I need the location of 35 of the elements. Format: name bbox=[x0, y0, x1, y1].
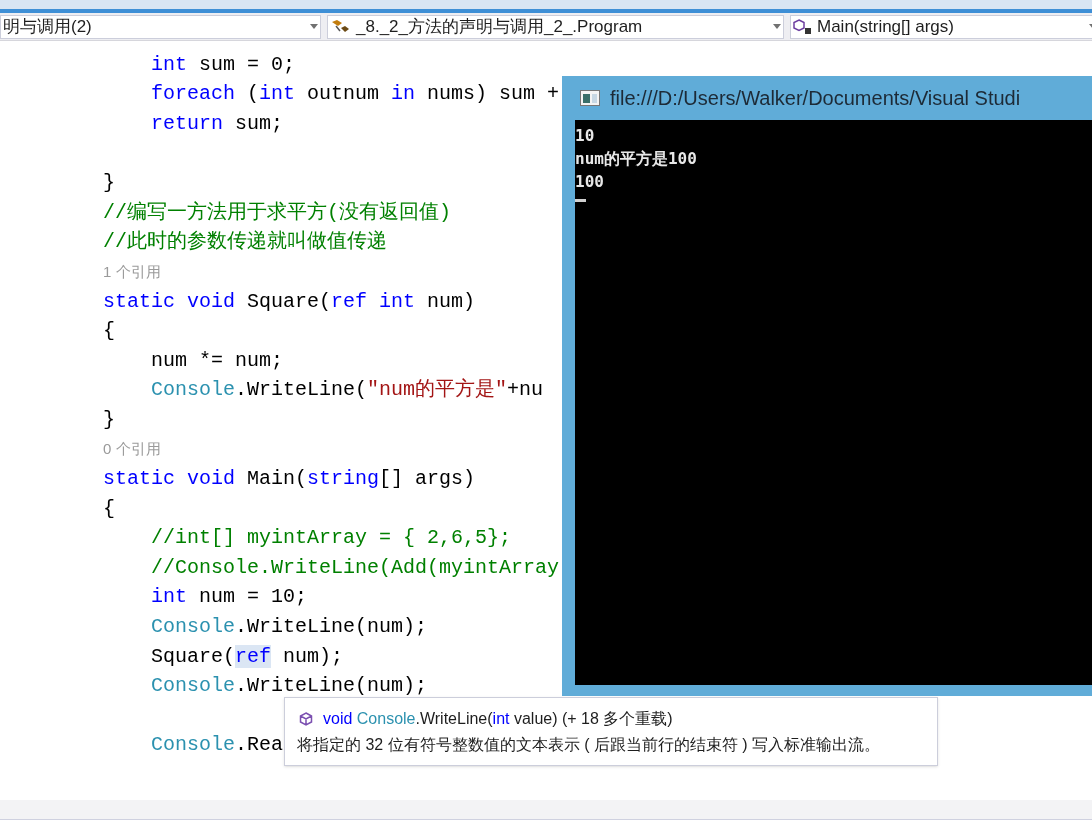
caret-icon bbox=[310, 24, 318, 29]
code-line: return sum; bbox=[151, 112, 284, 136]
code-line: static void Main(string[] args) bbox=[103, 467, 476, 492]
method-icon bbox=[793, 17, 813, 36]
code-line: //Console.WriteLine(Add(myintArray bbox=[151, 555, 560, 580]
console-output-line: num的平方是100 bbox=[575, 148, 697, 170]
window-title: file:///D:/Users/Walker/Documents/Visual Studi bbox=[610, 86, 1021, 111]
code-line: //int[] myintArray = { 2,6,5}; bbox=[151, 526, 512, 551]
code-line: Console.WriteLine(num); bbox=[151, 615, 428, 640]
code-line: static void Square(ref int num) bbox=[103, 289, 476, 314]
code-line: //编写一方法用于求平方(没有返回值) bbox=[103, 200, 451, 225]
console-icon bbox=[580, 90, 600, 106]
code-line: int sum = 0; bbox=[151, 52, 296, 77]
navigation-dropdown[interactable]: 明与调用(2) bbox=[0, 14, 321, 39]
caret-icon bbox=[773, 24, 781, 29]
method-description: 将指定的 32 位有符号整数值的文本表示 ( 后跟当前行的结束符 ) 写入标准输出流。 bbox=[297, 734, 881, 755]
code-line: //此时的参数传递就叫做值传递 bbox=[103, 230, 387, 255]
code-line: Console.Rea bbox=[151, 733, 284, 758]
code-line: num *= num; bbox=[151, 348, 284, 373]
code-line: Square(ref num); bbox=[151, 644, 344, 669]
code-line: Console.WriteLine(num); bbox=[151, 674, 428, 699]
method-signature: void Console.WriteLine(int value) (+ 18 多个重载) bbox=[323, 708, 673, 729]
code-line: foreach (int outnum in nums) sum + bbox=[151, 82, 560, 107]
code-line: } bbox=[103, 407, 115, 432]
navigation-dropdown[interactable]: _8._2_方法的声明与调用_2_.Program bbox=[327, 14, 784, 39]
console-output-line: 10 bbox=[575, 125, 595, 147]
text-cursor bbox=[575, 199, 586, 202]
code-line: } bbox=[103, 171, 115, 196]
code-line: int num = 10; bbox=[151, 585, 308, 610]
code-line: { bbox=[103, 319, 115, 344]
console-output-line: 100 bbox=[575, 171, 604, 193]
code-line: Console.WriteLine("num的平方是"+nu bbox=[151, 378, 544, 403]
navigation-dropdown[interactable]: Main(string[] args) bbox=[790, 14, 1092, 39]
method-icon bbox=[299, 711, 313, 726]
code-line: { bbox=[103, 496, 115, 521]
